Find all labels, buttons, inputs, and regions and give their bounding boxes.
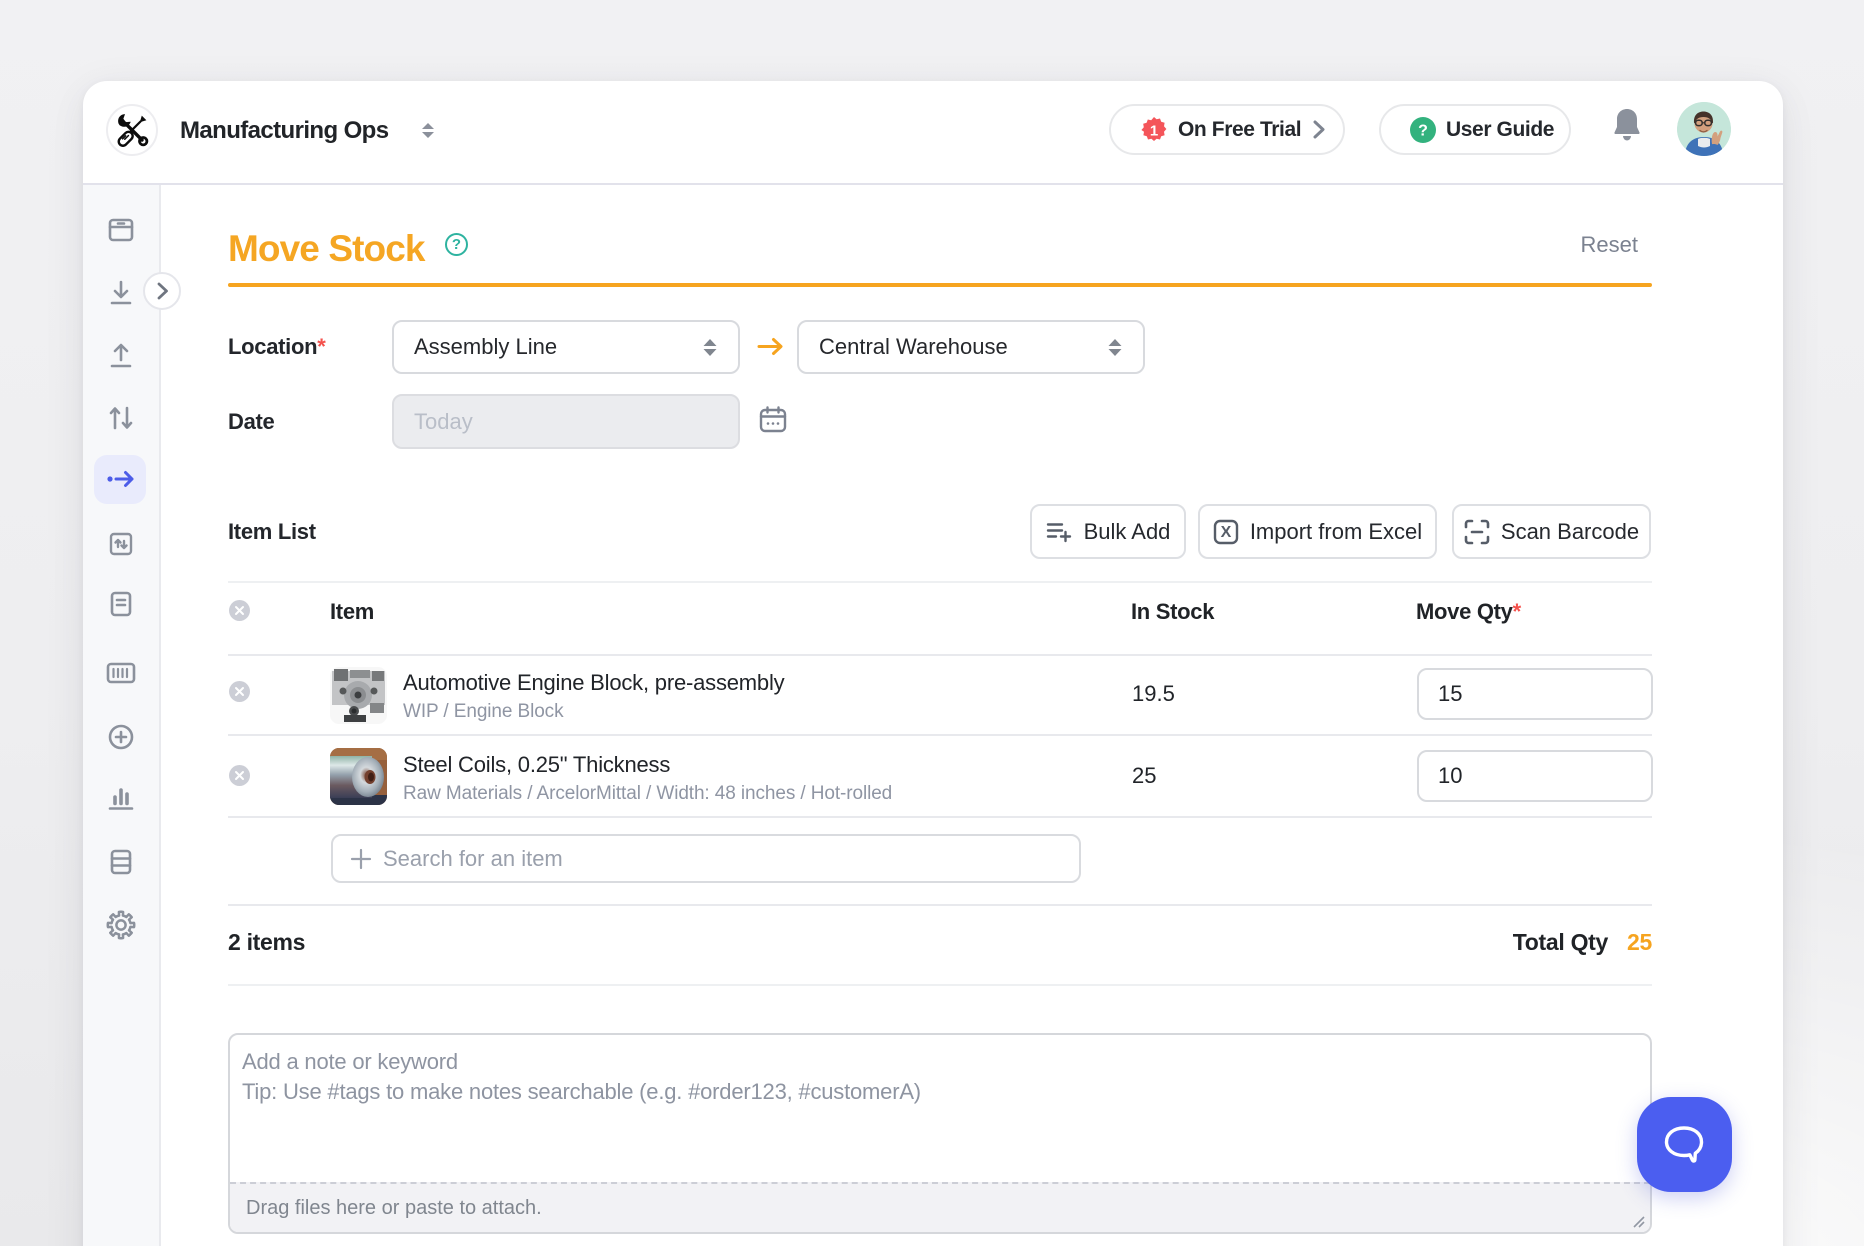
svg-text:X: X bbox=[1220, 524, 1231, 541]
svg-text:1: 1 bbox=[1150, 122, 1158, 139]
svg-text:?: ? bbox=[1418, 122, 1428, 139]
